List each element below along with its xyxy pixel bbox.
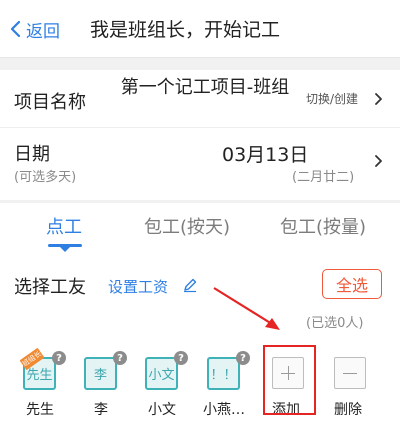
date-value: 03月13日 xyxy=(222,144,309,166)
set-wage-link[interactable]: 设置工资 xyxy=(108,276,168,297)
delete-worker-button[interactable]: 删除 xyxy=(318,348,378,418)
worker-select-row: 选择工友 设置工资 全选 (已选0人) xyxy=(0,263,400,331)
work-panel: 点工 包工(按天) 包工(按量) 选择工友 设置工资 全选 (已选0人) 先生 … xyxy=(0,203,400,445)
worker-name: 小文 xyxy=(148,402,176,418)
lunar-date: (二月廿二) xyxy=(292,170,355,185)
tab-bar: 点工 包工(按天) 包工(按量) xyxy=(0,203,400,255)
project-row[interactable]: 项目名称 第一个记工项目-班组 切换/创建 xyxy=(0,70,400,128)
annotation-arrow xyxy=(213,287,280,330)
help-icon[interactable]: ? xyxy=(174,351,188,365)
worker-item[interactable]: ！！ ? 小燕… xyxy=(194,348,254,418)
project-name: 第一个记工项目-班组 xyxy=(120,77,290,98)
select-all-button[interactable]: 全选 xyxy=(322,269,382,299)
worker-item[interactable]: 小文 ? 小文 xyxy=(132,348,192,418)
help-icon[interactable]: ? xyxy=(52,351,66,365)
date-hint: (可选多天) xyxy=(14,170,77,185)
worker-list: 先生 班组长 ? 先生 李 ? 李 小文 ? 小文 ！！ ? 小燕… 添加 删除 xyxy=(0,347,400,428)
back-button[interactable]: 返回 xyxy=(8,15,60,43)
worker-item[interactable]: 李 ? 李 xyxy=(71,348,131,418)
selected-count: (已选0人) xyxy=(306,316,364,331)
active-tab-caret xyxy=(60,247,70,252)
annotation-highlight-box xyxy=(263,345,316,415)
minus-icon xyxy=(334,357,366,389)
project-date-card: 项目名称 第一个记工项目-班组 切换/创建 日期 (可选多天) 03月13日 (… xyxy=(0,70,400,200)
chevron-left-icon xyxy=(10,20,21,38)
chevron-right-icon xyxy=(374,92,383,106)
date-label: 日期 xyxy=(14,144,50,165)
tab-contract-by-quantity[interactable]: 包工(按量) xyxy=(280,213,366,239)
tab-daily-work[interactable]: 点工 xyxy=(46,213,82,239)
avatar: 李 xyxy=(84,357,117,390)
tab-contract-by-day[interactable]: 包工(按天) xyxy=(144,213,230,239)
worker-item[interactable]: 先生 班组长 ? 先生 xyxy=(10,347,70,418)
pencil-icon[interactable] xyxy=(182,277,198,293)
date-row[interactable]: 日期 (可选多天) 03月13日 (二月廿二) xyxy=(0,130,400,200)
back-label: 返回 xyxy=(26,21,60,42)
project-label: 项目名称 xyxy=(14,92,86,113)
top-bar: 返回 我是班组长，开始记工 xyxy=(0,0,400,58)
avatar: ！！ xyxy=(207,357,240,390)
help-icon[interactable]: ? xyxy=(113,351,127,365)
worker-name: 先生 xyxy=(26,402,54,418)
delete-label: 删除 xyxy=(334,402,362,418)
help-icon[interactable]: ? xyxy=(236,351,250,365)
worker-name: 李 xyxy=(94,402,108,418)
chevron-right-icon xyxy=(374,154,383,168)
select-workers-label: 选择工友 xyxy=(14,277,86,298)
avatar: 小文 xyxy=(145,357,178,390)
page-title: 我是班组长，开始记工 xyxy=(90,19,281,41)
worker-name: 小燕… xyxy=(203,402,245,418)
switch-create-link[interactable]: 切换/创建 xyxy=(306,90,358,107)
